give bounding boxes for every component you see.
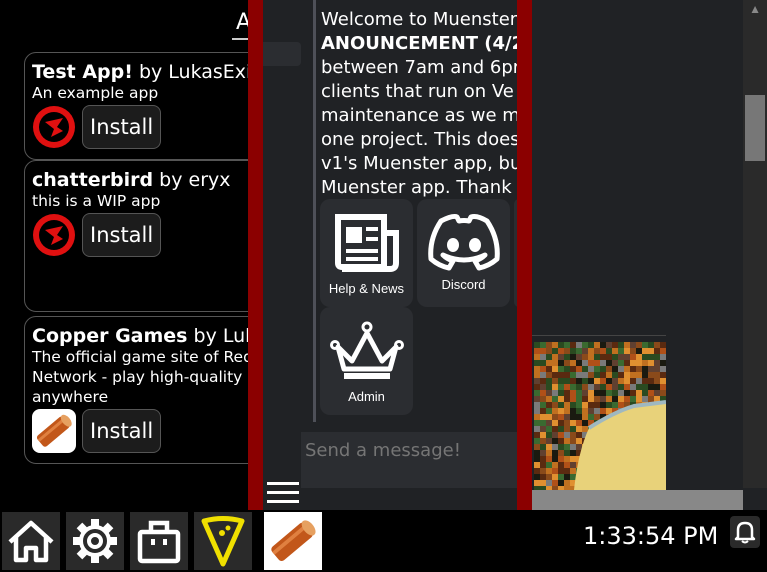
scrollbar-thumb[interactable] [745,95,765,161]
message-line: Muenster app. Thank [321,177,512,198]
install-button[interactable]: Install [82,213,162,257]
app-name: Test App! [32,61,133,83]
app-author: by Luka [193,325,248,347]
app-author: by LukasExis [138,61,248,83]
tile-label: Help & News [328,281,405,296]
help-news-button[interactable]: Help & News [320,199,413,307]
settings-gear-icon[interactable] [66,512,124,570]
tile-label: Admin [348,389,385,404]
system-clock: 1:33:54 PM [583,522,719,550]
store-tab-label[interactable]: A [236,10,248,35]
app-card-chatterbird[interactable]: chatterbird by eryx this is a WIP app In… [24,160,248,312]
stop-sign-icon [32,213,76,257]
message-line: maintenance as we m [321,105,517,126]
window-border-left [248,0,263,572]
install-button[interactable]: Install [82,105,162,149]
app-name: Copper Games [32,325,188,347]
partial-tile[interactable] [514,199,517,307]
scroll-up-icon[interactable]: ▲ [749,2,761,16]
message-line: one project. This does [321,129,517,150]
message-line: between 7am and 6pr [321,57,517,78]
app-description: An example app [32,84,159,102]
app-description: this is a WIP app [32,192,161,210]
message-line: Welcome to Muenster [321,9,517,30]
tab-underline [232,38,248,40]
home-icon[interactable] [2,512,60,570]
message-line: clients that run on Ve [321,81,514,102]
message-text: Welcome to Muenster ANOUNCEMENT (4/2 bet… [321,8,517,200]
notification-bell-icon[interactable] [730,516,760,548]
right-pane: ▲ › [532,0,767,510]
horizontal-scrollbar[interactable] [532,490,743,510]
pixel-art-image [534,342,666,490]
divider [532,335,666,336]
store-bag-icon[interactable] [130,512,188,570]
app-author: by eryx [153,169,231,191]
scroll-right-icon[interactable]: › [728,490,733,506]
app-card-copper-games[interactable]: Copper Games by Luka The official game s… [24,316,248,464]
install-button[interactable]: Install [82,409,162,453]
app-name: chatterbird [32,169,154,191]
chat-window: Welcome to Muenster ANOUNCEMENT (4/2 bet… [263,0,517,510]
channel-indicator[interactable] [263,42,301,66]
tile-label: Discord [441,277,486,292]
discord-icon [427,214,500,271]
admin-button[interactable]: Admin [320,307,413,415]
message-line: ANOUNCEMENT (4/2 [321,33,517,54]
pizza-slice-icon[interactable] [194,512,252,570]
app-description-line: Network - play high-quality g [32,368,248,386]
app-card-test-app[interactable]: Test App! by LukasExis An example app In… [24,52,248,160]
message-input-bar [301,432,517,488]
window-border-right [517,0,532,572]
app-store-panel: A Test App! by LukasExis An example app … [0,0,248,510]
copper-log-icon[interactable] [264,512,322,570]
message-line: v1's Muenster app, bu [321,153,517,174]
crown-icon [329,321,404,379]
newspaper-icon [334,214,399,272]
discord-button[interactable]: Discord [417,199,510,307]
app-description-line: anywhere [32,388,109,406]
vertical-scrollbar[interactable] [743,0,767,488]
taskbar: 1:33:54 PM [0,510,767,572]
stop-sign-icon [32,105,76,149]
message-input[interactable] [301,434,517,466]
copper-log-icon [32,409,76,453]
app-description-line: The official game site of Red [32,348,248,366]
menu-icon[interactable] [267,482,299,506]
